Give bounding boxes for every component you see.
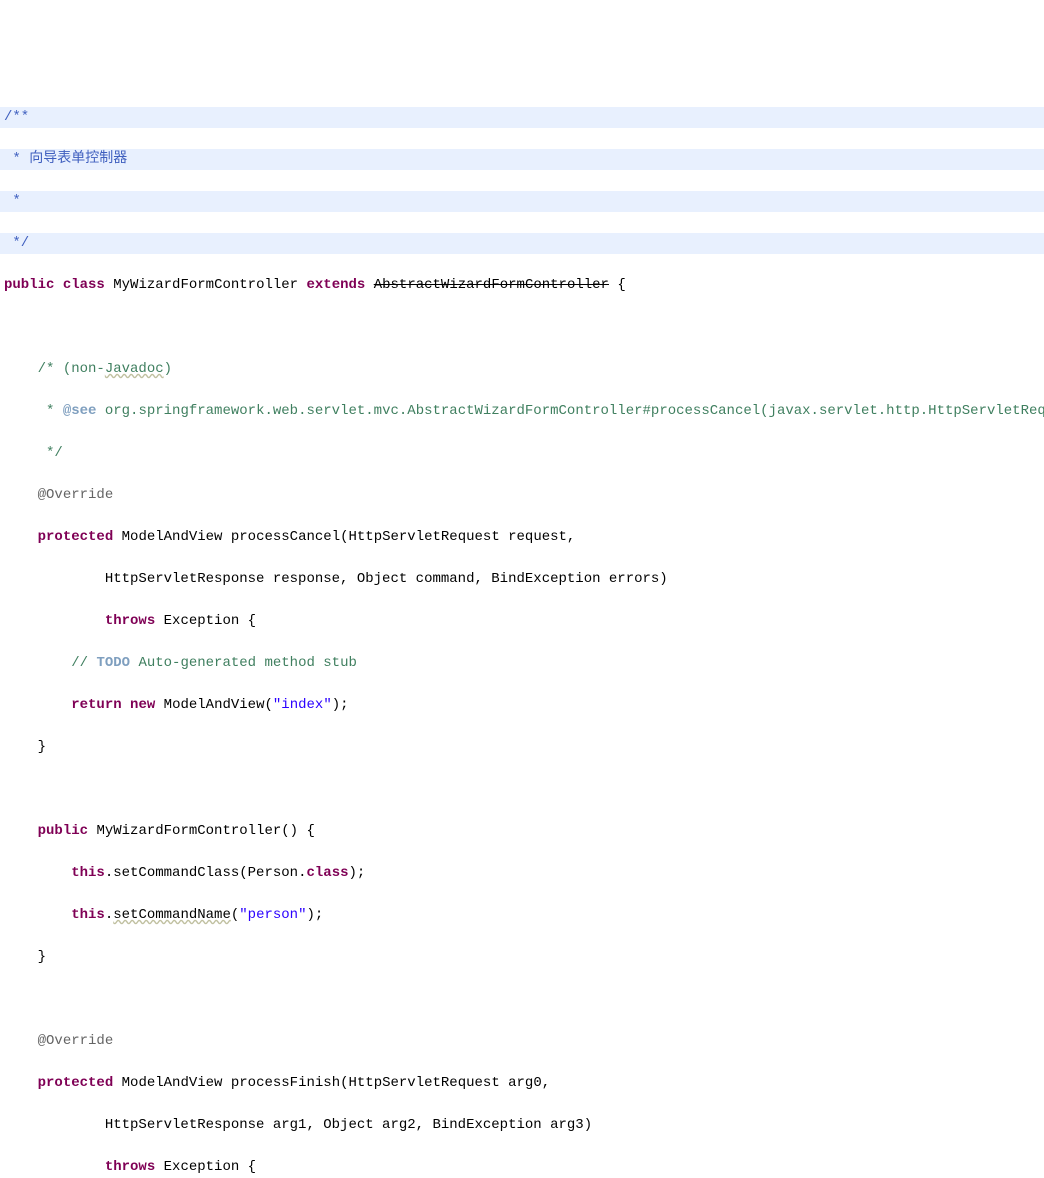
javadoc-comment: /** <box>4 109 29 125</box>
keyword-new: new <box>130 697 155 713</box>
class-ref: Person <box>248 865 298 881</box>
params: () { <box>281 823 315 839</box>
code-line: /** <box>0 107 1044 128</box>
code-line: throws Exception { <box>0 611 1044 632</box>
code-line: /* (non-Javadoc) <box>0 359 1044 380</box>
constructor-name: MyWizardFormController <box>96 823 281 839</box>
keyword-extends: extends <box>307 277 366 293</box>
keyword-public: public <box>4 277 54 293</box>
code-line <box>0 779 1044 800</box>
paren: ); <box>332 697 349 713</box>
keyword-class: class <box>63 277 105 293</box>
code-line: @Override <box>0 1031 1044 1052</box>
comment: * @see org.springframework.web.servlet.m… <box>46 403 1044 419</box>
exception: Exception { <box>155 1159 256 1175</box>
code-line: @Override <box>0 485 1044 506</box>
code-line: protected ModelAndView processFinish(Htt… <box>0 1073 1044 1094</box>
params: (HttpServletRequest arg0, <box>340 1075 550 1091</box>
javadoc-comment: */ <box>4 235 29 251</box>
params: (HttpServletRequest request, <box>340 529 575 545</box>
code-line: HttpServletResponse response, Object com… <box>0 569 1044 590</box>
code-line: * <box>0 191 1044 212</box>
code-line: public class MyWizardFormController exte… <box>0 275 1044 296</box>
string-literal: "person" <box>239 907 306 923</box>
keyword-this: this <box>71 865 105 881</box>
code-line: this.setCommandClass(Person.class); <box>0 863 1044 884</box>
code-line: this.setCommandName("person"); <box>0 905 1044 926</box>
class-ref: ModelAndView <box>164 697 265 713</box>
code-line: * 向导表单控制器 <box>0 149 1044 170</box>
keyword-this: this <box>71 907 105 923</box>
code-line: // TODO Auto-generated method stub <box>0 653 1044 674</box>
code-line <box>0 989 1044 1010</box>
keyword-class: class <box>306 865 348 881</box>
code-line: */ <box>0 443 1044 464</box>
brace: } <box>4 949 46 965</box>
params: HttpServletResponse response, Object com… <box>4 571 668 587</box>
code-line: */ <box>0 233 1044 254</box>
keyword-protected: protected <box>38 1075 114 1091</box>
code-line: } <box>0 737 1044 758</box>
code-line: return new ModelAndView("index"); <box>0 695 1044 716</box>
annotation-override: @Override <box>38 487 114 503</box>
brace: } <box>4 739 46 755</box>
annotation-override: @Override <box>38 1033 114 1049</box>
code-line: public MyWizardFormController() { <box>0 821 1044 842</box>
string-literal: "index" <box>273 697 332 713</box>
return-type: ModelAndView <box>122 1075 223 1091</box>
method-call: setCommandName <box>113 907 231 923</box>
comment: // TODO Auto-generated method stub <box>71 655 357 671</box>
paren: ); <box>349 865 366 881</box>
code-line: throws Exception { <box>0 1157 1044 1178</box>
keyword-public: public <box>38 823 88 839</box>
method-name: processCancel <box>231 529 340 545</box>
method-name: processFinish <box>231 1075 340 1091</box>
keyword-return: return <box>71 697 121 713</box>
deprecated-class: AbstractWizardFormController <box>374 277 609 293</box>
code-line: } <box>0 947 1044 968</box>
exception: Exception { <box>155 613 256 629</box>
code-line <box>0 317 1044 338</box>
code-editor: /** * 向导表单控制器 * */ public class MyWizard… <box>0 84 1044 1178</box>
keyword-throws: throws <box>105 1159 155 1175</box>
brace: { <box>609 277 626 293</box>
method-call: .setCommandClass( <box>105 865 248 881</box>
keyword-throws: throws <box>105 613 155 629</box>
code-line: HttpServletResponse arg1, Object arg2, B… <box>0 1115 1044 1136</box>
code-line: * @see org.springframework.web.servlet.m… <box>0 401 1044 422</box>
comment: /* (non-Javadoc) <box>38 361 172 377</box>
javadoc-comment: * 向导表单控制器 <box>4 151 127 167</box>
keyword-protected: protected <box>38 529 114 545</box>
comment: */ <box>4 445 63 461</box>
paren: ); <box>306 907 323 923</box>
params: HttpServletResponse arg1, Object arg2, B… <box>4 1117 592 1133</box>
return-type: ModelAndView <box>122 529 223 545</box>
class-name: MyWizardFormController <box>113 277 298 293</box>
javadoc-comment: * <box>4 193 21 209</box>
code-line: protected ModelAndView processCancel(Htt… <box>0 527 1044 548</box>
